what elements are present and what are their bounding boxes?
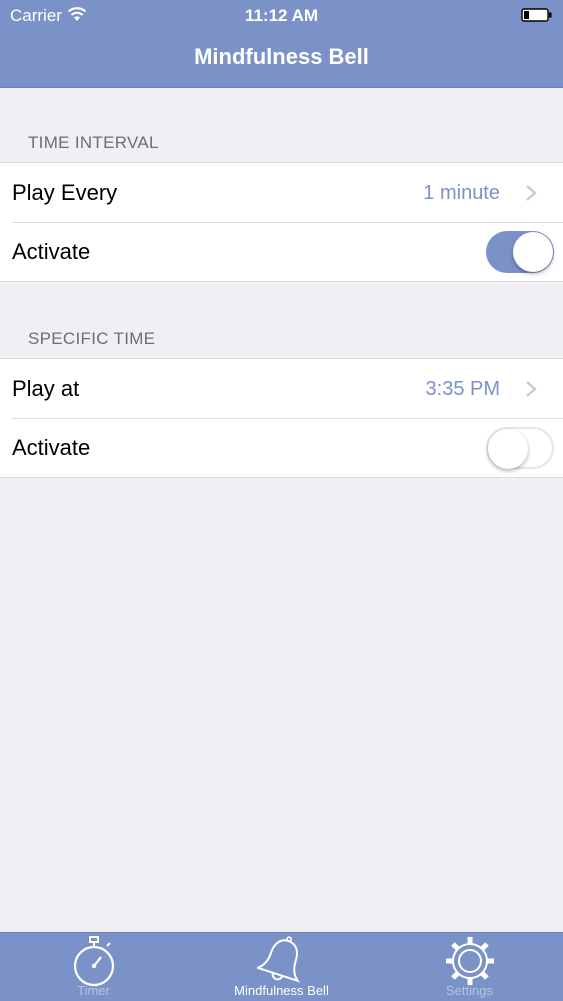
tab-mindfulness-bell[interactable]: Mindfulness Bell — [188, 933, 375, 1001]
activate-specific-row: Activate — [0, 418, 563, 477]
tab-settings[interactable]: Settings — [376, 933, 563, 1001]
tab-bar: Timer Mindfulness Bell Settings — [0, 932, 563, 1001]
play-every-value: 1 minute — [423, 182, 500, 204]
play-every-label: Play Every — [12, 180, 118, 205]
toggle-knob — [488, 429, 528, 469]
status-bar: Carrier 11:12 AM — [0, 0, 563, 30]
tab-mindfulness-bell-label: Mindfulness Bell — [234, 983, 329, 998]
chevron-right-icon — [526, 185, 537, 201]
play-at-value: 3:35 PM — [425, 378, 500, 400]
bell-icon — [256, 936, 300, 983]
activate-interval-label: Activate — [12, 239, 91, 264]
activate-interval-toggle[interactable] — [486, 231, 554, 273]
play-every-row[interactable]: Play Every 1 minute — [0, 163, 563, 222]
section-header-time-interval: TIME INTERVAL — [28, 133, 159, 152]
activate-specific-label: Activate — [12, 435, 91, 460]
page-title: Mindfulness Bell — [194, 44, 369, 69]
tab-settings-label: Settings — [446, 983, 493, 998]
tab-timer[interactable]: Timer — [0, 933, 187, 1001]
navigation-bar: Mindfulness Bell — [0, 30, 563, 88]
gear-icon — [445, 937, 494, 985]
chevron-right-icon — [526, 381, 537, 397]
status-time: 11:12 AM — [244, 6, 319, 25]
stopwatch-icon — [73, 936, 114, 987]
activate-interval-row: Activate — [0, 222, 563, 281]
specific-time-group: Play at 3:35 PM Activate — [0, 358, 563, 478]
tab-timer-label: Timer — [77, 983, 110, 998]
activate-specific-toggle[interactable] — [486, 427, 554, 469]
battery-icon — [521, 8, 552, 22]
toggle-knob — [513, 232, 553, 272]
play-at-label: Play at — [12, 376, 80, 401]
section-header-specific-time: SPECIFIC TIME — [28, 329, 156, 348]
play-at-row[interactable]: Play at 3:35 PM — [0, 359, 563, 418]
time-interval-group: Play Every 1 minute Activate — [0, 162, 563, 282]
